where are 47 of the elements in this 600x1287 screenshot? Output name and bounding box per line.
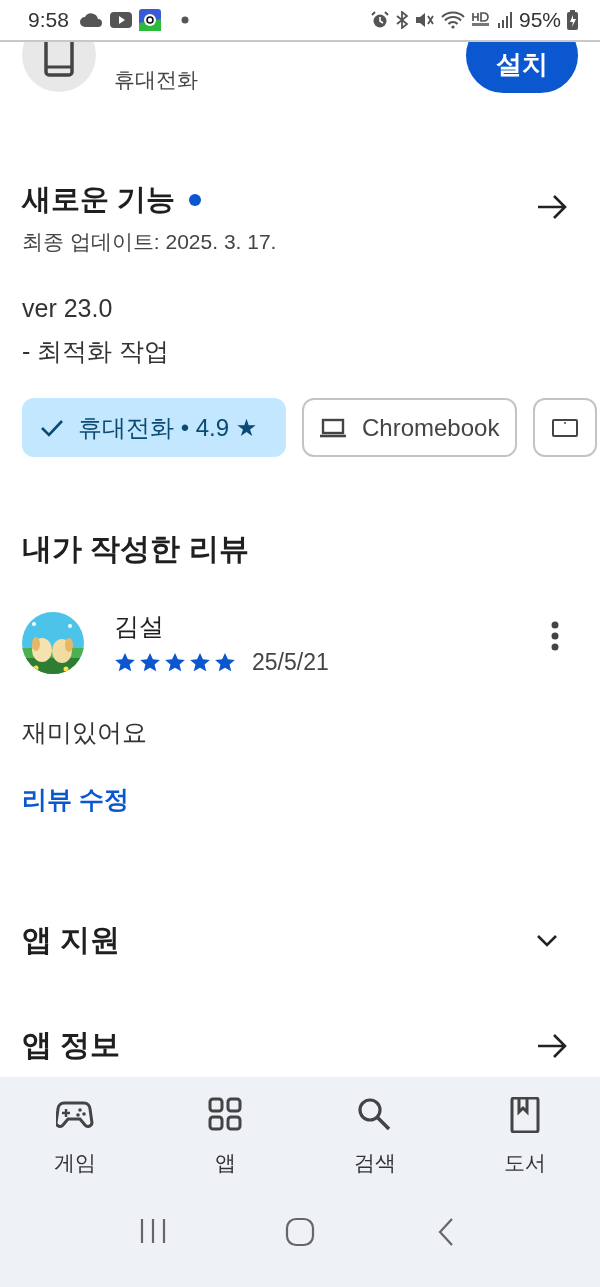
- alarm-icon: [370, 11, 389, 29]
- battery-percent: 95%: [518, 8, 561, 32]
- dot-icon: [180, 16, 189, 24]
- battery-icon: [567, 10, 578, 30]
- update-date: 최종 업데이트: 2025. 3. 17.: [22, 229, 277, 255]
- hd-voice-icon: [470, 11, 491, 29]
- install-button[interactable]: 설치: [466, 42, 578, 93]
- edit-review-link[interactable]: 리뷰 수정: [22, 783, 129, 816]
- arrow-right-icon[interactable]: [536, 194, 568, 220]
- star-icon: [189, 652, 211, 673]
- cloud-icon: [78, 12, 103, 28]
- star-icon: [139, 652, 161, 673]
- arrow-right-icon[interactable]: [536, 1032, 568, 1059]
- more-options-icon[interactable]: [550, 621, 560, 651]
- wifi-icon: [440, 11, 465, 29]
- section-title: 앱 정보: [22, 1027, 121, 1063]
- app-icon: [138, 9, 161, 31]
- laptop-icon: [320, 416, 348, 439]
- device-chip[interactable]: 휴대전화 • 4.9 ★: [22, 398, 286, 457]
- section-title: 내가 작성한 리뷰: [22, 531, 250, 567]
- nav-tab[interactable]: 게임: [20, 1097, 130, 1177]
- star-icon: [164, 652, 186, 673]
- device-chip[interactable]: Chromebook: [302, 398, 518, 457]
- phone-icon: [44, 42, 74, 77]
- tablet-icon: [551, 416, 580, 439]
- clock-time: 9:58: [28, 8, 69, 32]
- app-subtitle: 휴대전화: [114, 67, 199, 93]
- version-text: ver 23.0: [22, 294, 114, 323]
- section-title: 새로운 기능: [22, 182, 176, 217]
- apps-grid-icon: [206, 1097, 244, 1133]
- chevron-down-icon[interactable]: [536, 933, 558, 948]
- star-icon: [114, 652, 136, 673]
- section-title: 앱 지원: [22, 922, 121, 958]
- signal-icon: [496, 11, 513, 29]
- device-chip[interactable]: [533, 398, 598, 457]
- nav-tab[interactable]: 도서: [470, 1097, 580, 1177]
- star-icon: [214, 652, 236, 673]
- home-icon[interactable]: [285, 1217, 315, 1247]
- nav-tab[interactable]: 검색: [320, 1097, 430, 1177]
- bluetooth-icon: [394, 11, 409, 29]
- review-date: 25/5/21: [252, 649, 329, 676]
- mute-icon: [414, 11, 435, 29]
- reviewer-name: 김설: [114, 611, 165, 642]
- release-notes: - 최적화 작업: [22, 336, 171, 367]
- review-text: 재미있어요: [22, 717, 148, 748]
- play-icon: [108, 11, 133, 29]
- nav-tab[interactable]: 앱: [170, 1097, 280, 1177]
